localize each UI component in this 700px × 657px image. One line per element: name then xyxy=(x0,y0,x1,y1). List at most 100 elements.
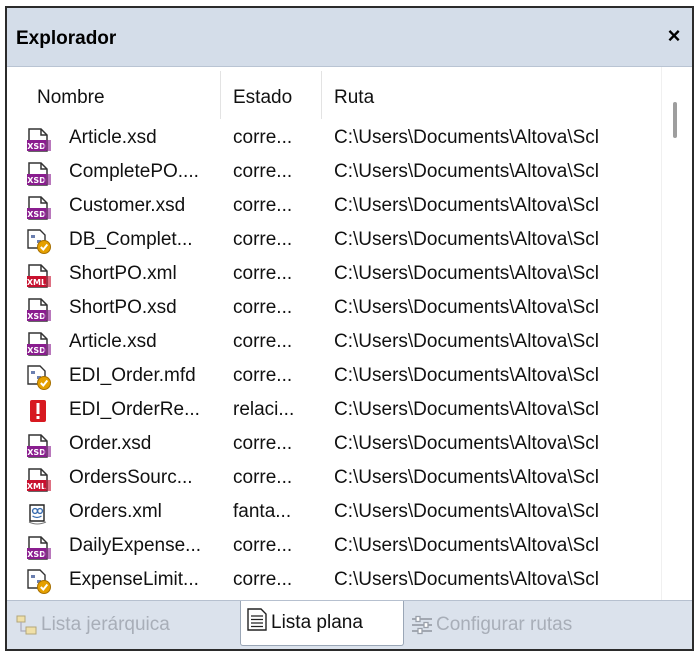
file-name: Orders.xml xyxy=(69,501,162,522)
explorer-panel: Explorador × Nombre Estado Ruta XSD Artic… xyxy=(5,6,694,651)
file-name: ShortPO.xsd xyxy=(69,297,177,318)
error-icon xyxy=(26,398,52,425)
tab-lista-plana[interactable]: Lista plana xyxy=(240,601,404,646)
svg-text:XSD: XSD xyxy=(27,312,46,321)
file-path: C:\Users\Documents\Altova\Scl xyxy=(334,127,600,148)
scrollbar-thumb[interactable] xyxy=(673,102,677,138)
tab-label: Configurar rutas xyxy=(436,614,573,635)
file-path: C:\Users\Documents\Altova\Scl xyxy=(334,433,600,454)
file-path: C:\Users\Documents\Altova\Scl xyxy=(334,195,600,216)
file-rows: XSD Article.xsd corre... C:\Users\Documents… xyxy=(7,121,662,601)
file-status: corre... xyxy=(233,161,293,182)
file-status: corre... xyxy=(233,433,293,454)
ghost-file-icon xyxy=(26,500,52,527)
tab-lista-jer-rquica[interactable]: Lista jerárquica xyxy=(15,607,235,645)
file-path: C:\Users\Documents\Altova\Scl xyxy=(334,331,600,352)
file-name: DB_Complet... xyxy=(69,229,193,250)
column-header-name[interactable]: Nombre xyxy=(37,67,105,121)
file-status: corre... xyxy=(233,467,293,488)
file-name: EDI_OrderRe... xyxy=(69,399,200,420)
file-name: Article.xsd xyxy=(69,331,157,352)
xsd-file-icon: XSD xyxy=(26,432,52,459)
file-status: corre... xyxy=(233,569,293,590)
list-item[interactable]: XSD CompletePO.... corre... C:\Users\Docume… xyxy=(7,155,662,189)
xsd-file-icon: XSD xyxy=(26,126,52,153)
file-name: ShortPO.xml xyxy=(69,263,177,284)
file-status: corre... xyxy=(233,263,293,284)
list-item[interactable]: XSD ShortPO.xsd corre... C:\Users\Documents… xyxy=(7,291,662,325)
file-status: corre... xyxy=(233,331,293,352)
panel-title-bar: Explorador × xyxy=(7,8,692,67)
svg-text:XSD: XSD xyxy=(27,550,46,559)
column-divider[interactable] xyxy=(321,71,322,119)
file-name: Article.xsd xyxy=(69,127,157,148)
svg-text:XSD: XSD xyxy=(27,176,46,185)
xsd-file-icon: XSD xyxy=(26,194,52,221)
tree-list-icon xyxy=(15,613,39,637)
file-name: CompletePO.... xyxy=(69,161,199,182)
list-item[interactable]: ExpenseLimit... corre... C:\Users\Document… xyxy=(7,563,662,597)
list-item[interactable]: Orders.xml fanta... C:\Users\Documents\Alt… xyxy=(7,495,662,529)
mapping-file-icon xyxy=(26,568,52,595)
xsd-file-icon: XSD xyxy=(26,330,52,357)
list-item[interactable]: XSD Article.xsd corre... C:\Users\Documents… xyxy=(7,325,662,359)
file-list: Nombre Estado Ruta XSD Article.xsd corre..… xyxy=(7,67,692,601)
svg-text:XSD: XSD xyxy=(27,346,46,355)
file-path: C:\Users\Documents\Altova\Scl xyxy=(334,297,600,318)
xsd-file-icon: XSD xyxy=(26,534,52,561)
file-status: corre... xyxy=(233,229,293,250)
configure-paths-icon xyxy=(410,613,434,637)
tab-configurar-rutas[interactable]: Configurar rutas xyxy=(410,607,640,645)
mapping-file-icon xyxy=(26,228,52,255)
file-path: C:\Users\Documents\Altova\Scl xyxy=(334,535,600,556)
list-item[interactable]: DB_Complet... corre... C:\Users\Documents\… xyxy=(7,223,662,257)
file-path: C:\Users\Documents\Altova\Scl xyxy=(334,399,600,420)
list-item[interactable]: XSD DailyExpense... corre... C:\Users\Docum… xyxy=(7,529,662,563)
svg-text:XSD: XSD xyxy=(27,142,46,151)
mapping-file-icon xyxy=(26,364,52,391)
file-name: Customer.xsd xyxy=(69,195,186,216)
list-item[interactable]: EDI_OrderRe... relaci... C:\Users\Document… xyxy=(7,393,662,427)
tab-label: Lista jerárquica xyxy=(41,614,170,635)
file-path: C:\Users\Documents\Altova\Scl xyxy=(334,161,600,182)
xsd-file-icon: XSD xyxy=(26,296,52,323)
tab-label: Lista plana xyxy=(271,612,363,633)
file-name: EDI_Order.mfd xyxy=(69,365,196,386)
list-item[interactable]: XML ShortPO.xml corre... C:\Users\Documents… xyxy=(7,257,662,291)
file-path: C:\Users\Documents\Altova\Scl xyxy=(334,569,600,590)
xml-file-icon: XML xyxy=(26,466,52,493)
file-path: C:\Users\Documents\Altova\Scl xyxy=(334,501,600,522)
file-status: corre... xyxy=(233,365,293,386)
list-item[interactable]: XSD Order.xsd corre... C:\Users\Documents\A… xyxy=(7,427,662,461)
xsd-file-icon: XSD xyxy=(26,160,52,187)
svg-text:XSD: XSD xyxy=(27,448,46,457)
file-path: C:\Users\Documents\Altova\Scl xyxy=(334,467,600,488)
file-status: relaci... xyxy=(233,399,295,420)
file-name: ExpenseLimit... xyxy=(69,569,199,590)
file-status: fanta... xyxy=(233,501,292,522)
file-status: corre... xyxy=(233,535,293,556)
flat-list-icon xyxy=(245,607,269,631)
file-name: Order.xsd xyxy=(69,433,152,454)
list-item[interactable]: EDI_Order.mfd corre... C:\Users\Documents\… xyxy=(7,359,662,393)
column-header-status[interactable]: Estado xyxy=(233,67,292,121)
file-status: corre... xyxy=(233,195,293,216)
column-divider[interactable] xyxy=(220,71,221,119)
list-item[interactable]: XML OrdersSourc... corre... C:\Users\Docume… xyxy=(7,461,662,495)
file-path: C:\Users\Documents\Altova\Scl xyxy=(334,229,600,250)
list-item[interactable]: XSD Article.xsd corre... C:\Users\Documents… xyxy=(7,121,662,155)
xml-file-icon: XML xyxy=(26,262,52,289)
panel-title: Explorador xyxy=(16,28,117,49)
svg-text:XML: XML xyxy=(27,482,46,491)
close-icon[interactable]: × xyxy=(662,24,686,48)
file-status: corre... xyxy=(233,127,293,148)
svg-text:XML: XML xyxy=(27,278,46,287)
svg-text:XSD: XSD xyxy=(27,210,46,219)
view-tab-bar: Lista jerárquica Lista plana Configurar ru… xyxy=(7,600,692,649)
file-status: corre... xyxy=(233,297,293,318)
vertical-scrollbar[interactable] xyxy=(661,67,692,601)
column-header-row: Nombre Estado Ruta xyxy=(7,67,662,121)
column-header-path[interactable]: Ruta xyxy=(334,67,374,121)
file-name: OrdersSourc... xyxy=(69,467,193,488)
list-item[interactable]: XSD Customer.xsd corre... C:\Users\Document… xyxy=(7,189,662,223)
